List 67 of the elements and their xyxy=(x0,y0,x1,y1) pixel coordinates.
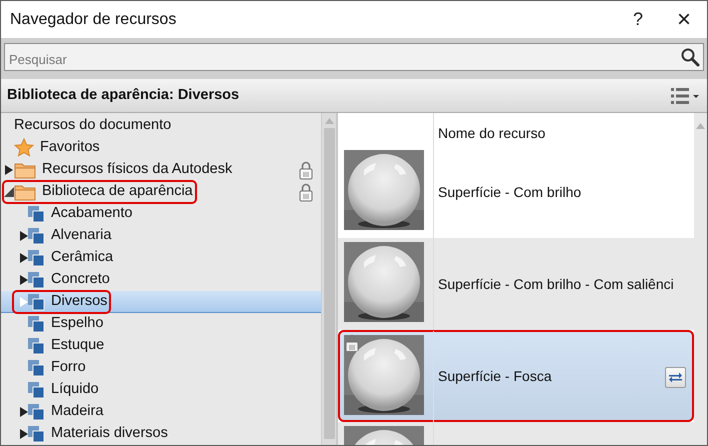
expand-arrow-icon[interactable] xyxy=(19,429,29,439)
tree-item[interactable]: Recursos do documento xyxy=(1,115,321,137)
tree-item[interactable]: Materiais diversos xyxy=(1,423,321,445)
tree-label: Madeira xyxy=(51,402,104,422)
expand-arrow-icon[interactable] xyxy=(19,231,29,241)
tree-label: Alvenaria xyxy=(51,226,112,246)
tree-label: Espelho xyxy=(51,314,104,334)
tree-label: Líquido xyxy=(51,380,99,400)
selected-tree-item[interactable]: Diversos xyxy=(1,291,321,313)
library-icon xyxy=(27,227,45,245)
window-title: Navegador de recursos xyxy=(10,10,178,30)
asset-name: Superfície - Com brilho xyxy=(437,182,582,202)
tree-item[interactable]: Alvenaria xyxy=(1,225,321,247)
library-title: Biblioteca de aparência: Diversos xyxy=(7,86,240,105)
tree-item[interactable]: Concreto xyxy=(1,269,321,291)
view-options-button[interactable] xyxy=(671,88,699,104)
tree-label: Forro xyxy=(51,358,86,378)
folder-icon xyxy=(14,183,36,201)
tree-item[interactable]: Biblioteca de aparência xyxy=(1,181,321,203)
selected-asset-row[interactable]: Superfície - Fosca xyxy=(338,330,694,422)
tree-item[interactable]: Líquido xyxy=(1,379,321,401)
tree-label: Estuque xyxy=(51,336,104,356)
library-icon xyxy=(27,293,45,311)
tree-label: Recursos do documento xyxy=(14,116,172,136)
scroll-up-icon xyxy=(324,118,334,124)
library-icon xyxy=(27,249,45,267)
tree-label: Recursos físicos da Autodesk xyxy=(42,160,232,180)
tree-item[interactable]: Favoritos xyxy=(1,137,321,159)
tree-label: Biblioteca de aparência xyxy=(42,182,193,202)
scroll-up-icon xyxy=(696,123,705,129)
tree-item[interactable]: Espelho xyxy=(1,313,321,335)
search-icon[interactable] xyxy=(680,47,700,67)
expand-arrow-icon[interactable] xyxy=(4,165,14,175)
tree-label: Acabamento xyxy=(51,204,132,224)
library-icon xyxy=(27,271,45,289)
tree-item[interactable]: Cerâmica xyxy=(1,247,321,269)
tree-label: Favoritos xyxy=(40,138,100,158)
expand-arrow-icon[interactable] xyxy=(19,407,29,417)
library-icon xyxy=(27,205,45,223)
expand-arrow-icon[interactable] xyxy=(19,253,29,263)
tree-item[interactable]: Forro xyxy=(1,357,321,379)
asset-name: Superfície - Com brilho - Com saliênci xyxy=(437,274,674,294)
column-header: Nome do recurso xyxy=(437,124,546,143)
library-icon xyxy=(27,403,45,421)
star-icon xyxy=(14,138,34,158)
tree-item[interactable]: Madeira xyxy=(1,401,321,423)
help-button[interactable]: ? xyxy=(615,1,661,38)
library-icon xyxy=(27,381,45,399)
tree-label: Materiais diversos xyxy=(51,424,168,444)
library-icon xyxy=(27,359,45,377)
tree-label: Cerâmica xyxy=(51,248,114,268)
scrollbar-thumb[interactable] xyxy=(324,128,334,439)
tree-item[interactable]: Recursos físicos da Autodesk xyxy=(1,159,321,181)
tree-label: Diversos xyxy=(51,292,108,312)
tree-label: Concreto xyxy=(51,270,110,290)
asset-row[interactable]: Superfície - Com brilho - Com saliênci xyxy=(338,238,694,330)
tree-item[interactable]: Estuque xyxy=(1,335,321,357)
expand-arrow-icon[interactable] xyxy=(19,275,29,285)
asset-name: Superfície - Fosca xyxy=(437,367,552,386)
folder-icon xyxy=(14,161,36,179)
tree-item[interactable]: Acabamento xyxy=(1,203,321,225)
swap-button[interactable] xyxy=(665,367,686,388)
swap-icon xyxy=(668,371,683,384)
collapse-arrow-icon[interactable] xyxy=(4,187,14,197)
library-icon xyxy=(27,315,45,333)
library-icon xyxy=(27,337,45,355)
close-button[interactable]: × xyxy=(661,1,707,38)
